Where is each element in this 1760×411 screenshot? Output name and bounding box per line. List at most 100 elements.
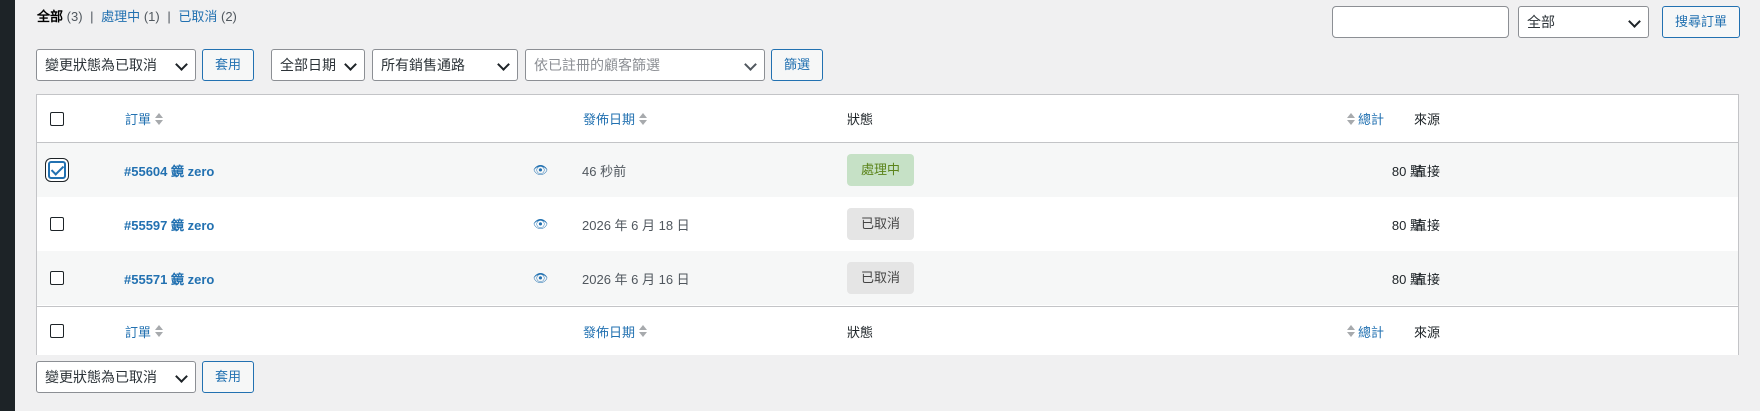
bottom-bulk-action-select[interactable]: 變更狀態為已取消 [36,361,196,393]
status-cell: 已取消 [847,251,915,305]
column-origin-label: 來源 [1414,324,1441,340]
column-order-label: 訂單 [125,324,152,340]
order-origin: 直接 [1414,217,1441,233]
table-row[interactable]: #55604 鏡 zero 👁 46 秒前 處理中 80 點 直接 [37,143,1738,197]
table-row[interactable]: #55597 鏡 zero 👁 2026 年 6 月 18 日 已取消 80 點… [37,197,1738,251]
order-date: 2026 年 6 月 18 日 [582,217,690,233]
sort-arrows-icon [1347,325,1355,337]
column-status: 狀態 [847,95,873,142]
sort-arrows-icon [1347,112,1355,125]
customer-filter-select[interactable]: 依已註冊的顧客篩選 [525,49,765,81]
chevron-down-icon [1628,15,1641,28]
table-row[interactable]: #55571 鏡 zero 👁 2026 年 6 月 16 日 已取消 80 點… [37,251,1738,305]
row-select-cell [50,197,64,251]
bulk-action-select[interactable]: 變更狀態為已取消 [36,49,196,81]
sort-arrows-icon [155,325,164,337]
eye-icon[interactable]: 👁 [533,163,548,177]
order-link[interactable]: #55571 鏡 zero [124,269,214,288]
bottom-bulk-action-value: 變更狀態為已取消 [45,369,157,385]
chevron-down-icon [175,58,188,71]
column-total-label: 總計 [1358,324,1385,340]
apply-button[interactable]: 套用 [202,49,254,81]
channel-filter-value: 所有銷售通路 [381,57,465,73]
date-filter-select[interactable]: 全部日期 [271,49,365,81]
filter-processing-count: (1) [143,9,160,24]
row-select-cell [50,251,64,305]
search-orders-button[interactable]: 搜尋訂單 [1662,6,1740,38]
filter-all-count: (3) [66,9,83,24]
chevron-down-icon [344,58,357,71]
filter-processing-link[interactable]: 處理中 [101,9,140,24]
chevron-down-icon [175,370,188,383]
column-origin-label: 來源 [1414,112,1441,127]
order-total: 80 點 [1391,271,1423,287]
search-type-value: 全部 [1527,14,1555,30]
column-origin: 來源 [1414,307,1440,355]
order-link[interactable]: #55604 鏡 zero [124,161,214,180]
search-input[interactable] [1332,6,1509,38]
order-cell: #55597 鏡 zero [124,197,214,251]
sort-arrows-icon [639,325,648,337]
column-origin: 來源 [1414,95,1440,142]
filter-separator: | [167,9,171,24]
chevron-down-icon [744,58,757,71]
filter-cancelled-count: (2) [220,9,237,24]
admin-sidebar-edge [0,0,15,411]
filter-all-link[interactable]: 全部 [37,9,63,24]
eye-icon[interactable]: 👁 [533,217,548,231]
column-date-label: 發佈日期 [583,324,636,340]
filter-button[interactable]: 篩選 [771,49,823,81]
search-type-select[interactable]: 全部 [1518,6,1649,38]
order-link[interactable]: #55597 鏡 zero [124,215,214,234]
order-total: 80 點 [1391,217,1423,233]
select-all-cell [50,95,64,142]
row-checkbox[interactable] [48,161,66,179]
chevron-down-icon [497,58,510,71]
column-total[interactable]: 總計 [1347,307,1384,355]
bulk-action-value: 變更狀態為已取消 [45,57,157,73]
row-select-cell [48,143,66,197]
orders-table: 訂單 發佈日期 狀態 總計 來源 #55604 鏡 zero 👁 46 秒前 處… [36,94,1739,355]
date-filter-value: 全部日期 [280,57,336,73]
status-filter-links: 全部 (3) | 處理中 (1) | 已取消 (2) [37,9,237,25]
bottom-apply-button[interactable]: 套用 [202,361,254,393]
column-date-label: 發佈日期 [583,112,636,127]
customer-filter-placeholder: 依已註冊的顧客篩選 [534,57,660,73]
preview-cell: 👁 [533,251,548,305]
order-date: 2026 年 6 月 16 日 [582,271,690,287]
select-all-cell [50,307,64,355]
column-total-label: 總計 [1358,112,1385,127]
eye-icon[interactable]: 👁 [533,271,548,285]
channel-filter-select[interactable]: 所有銷售通路 [372,49,518,81]
order-origin: 直接 [1414,271,1441,287]
filter-separator: | [90,9,94,24]
status-badge: 處理中 [847,154,915,186]
preview-cell: 👁 [533,197,548,251]
table-header-row: 訂單 發佈日期 狀態 總計 來源 [37,95,1738,143]
table-footer-row: 訂單 發佈日期 狀態 總計 來源 [37,306,1738,355]
column-order[interactable]: 訂單 [125,95,164,142]
row-checkbox[interactable] [50,271,64,285]
column-status-label: 狀態 [847,324,874,340]
row-checkbox[interactable] [50,217,64,231]
order-origin: 直接 [1414,163,1441,179]
status-cell: 已取消 [847,197,915,251]
sort-arrows-icon [639,112,648,125]
select-all-checkbox[interactable] [50,324,64,338]
column-status: 狀態 [847,307,873,355]
sort-arrows-icon [155,112,164,125]
column-order[interactable]: 訂單 [125,307,164,355]
status-badge: 已取消 [847,208,915,240]
select-all-checkbox[interactable] [50,111,64,126]
column-total[interactable]: 總計 [1347,95,1384,142]
order-total: 80 點 [1391,163,1423,179]
column-date[interactable]: 發佈日期 [583,307,648,355]
column-status-label: 狀態 [847,112,874,127]
preview-cell: 👁 [533,143,548,197]
status-badge: 已取消 [847,262,915,294]
order-date: 46 秒前 [582,163,627,179]
column-order-label: 訂單 [125,112,152,127]
column-date[interactable]: 發佈日期 [583,95,648,142]
filter-cancelled-link[interactable]: 已取消 [178,9,217,24]
status-cell: 處理中 [847,143,915,197]
